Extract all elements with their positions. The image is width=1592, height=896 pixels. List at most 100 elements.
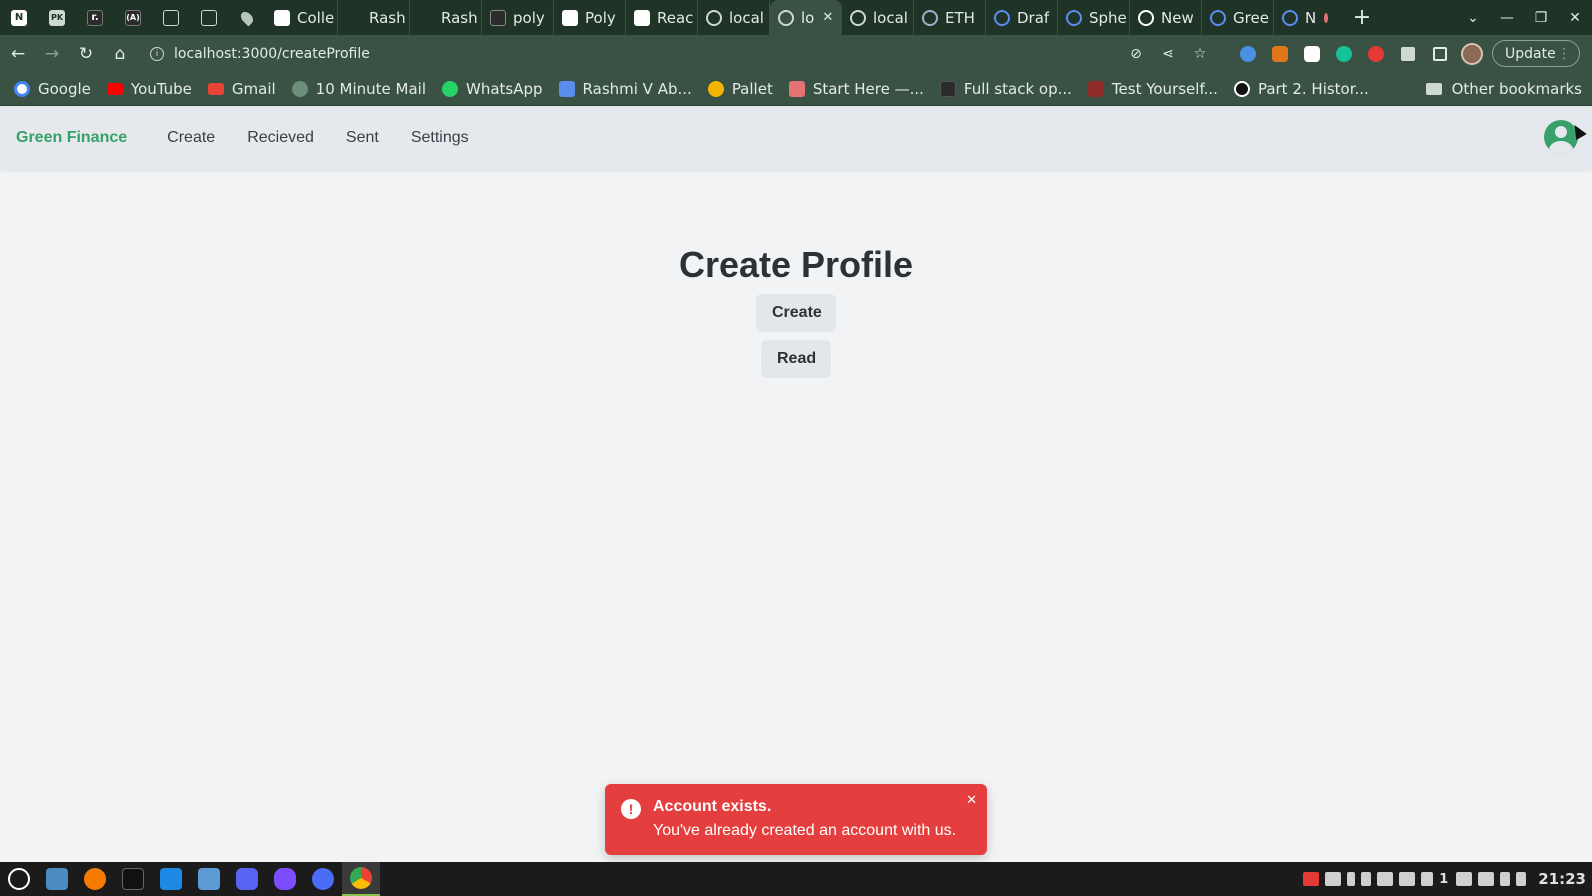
taskbar-firefox[interactable] [76,862,114,896]
taskbar-obsidian[interactable] [266,862,304,896]
tab-label: New [1161,8,1194,27]
home-button[interactable]: ⌂ [104,38,136,70]
eye-off-icon[interactable]: ⊘ [1120,46,1152,62]
tab[interactable]: Poly [554,0,626,35]
other-bookmarks[interactable]: Other bookmarks [1425,72,1582,106]
taskbar-chrome[interactable] [342,862,380,896]
brand-logo[interactable]: Green Finance [16,129,127,147]
tab[interactable]: Rash [338,0,410,35]
site-info-icon[interactable]: i [150,46,164,61]
pinned-tab-doc[interactable] [190,0,228,35]
extensions-puzzle-icon[interactable] [1392,35,1424,72]
discord-tray-icon[interactable] [1325,872,1342,886]
tab[interactable]: New [1130,0,1202,35]
bookmark-10-minute-mail[interactable]: 10 Minute Mail [291,80,426,98]
taskbar-vscode[interactable] [152,862,190,896]
bookmark-pallet[interactable]: Pallet [707,80,773,98]
music-icon[interactable] [1500,872,1511,886]
notes-icon[interactable] [1399,872,1416,886]
reload-button[interactable]: ↻ [70,38,102,70]
create-button[interactable]: Create [756,294,836,332]
taskbar-chat[interactable] [304,862,342,896]
bookmark-full-stack[interactable]: Full stack op... [939,80,1072,98]
tab[interactable]: Sphe [1058,0,1130,35]
metamask-icon[interactable] [1264,35,1296,72]
nav-settings[interactable]: Settings [411,129,469,147]
clipboard-icon[interactable] [1361,872,1372,886]
taskbar-terminal[interactable] [114,862,152,896]
pinned-tab-notion[interactable]: N [0,0,38,35]
tab-search-icon[interactable]: ⌄ [1456,10,1490,26]
taskbar-discord[interactable] [228,862,266,896]
taskbar-files[interactable] [38,862,76,896]
pinned-tab-drop[interactable] [228,0,266,35]
bookmarks-bar: Google YouTube Gmail 10 Minute Mail What… [0,72,1592,106]
maximize-icon[interactable]: ❐ [1524,10,1558,26]
tab[interactable]: Draf [986,0,1058,35]
extension-blue-icon[interactable] [1232,35,1264,72]
bookmark-youtube[interactable]: YouTube [106,80,192,98]
close-window-icon[interactable]: ✕ [1558,10,1592,26]
bookmark-rashmi[interactable]: Rashmi V Ab... [558,80,692,98]
bluetooth-icon[interactable] [1347,872,1356,886]
minimize-icon[interactable]: — [1490,10,1524,26]
battery-icon[interactable] [1516,872,1527,886]
read-button[interactable]: Read [761,340,831,378]
side-panel-icon[interactable] [1424,35,1456,72]
tab[interactable]: Reac [626,0,698,35]
tab-list: Colle Rash Rash poly Poly Reac local lo ✕… [266,0,1336,35]
tab[interactable]: ETH [914,0,986,35]
shield-icon[interactable] [1377,872,1394,886]
tab[interactable]: local [698,0,770,35]
tab[interactable]: local [842,0,914,35]
profile-avatar[interactable] [1456,35,1488,72]
grammarly-icon[interactable] [1328,35,1360,72]
close-tab-icon[interactable]: ✕ [822,10,833,25]
toast-close-icon[interactable]: ✕ [966,792,977,808]
pinned-tab-pk[interactable]: PK [38,0,76,35]
update-icon[interactable] [1421,872,1434,886]
nav-recieved[interactable]: Recieved [247,129,314,147]
update-button[interactable]: Update ⋮ [1492,40,1580,67]
nav-create[interactable]: Create [167,129,215,147]
notion-extension-icon[interactable] [1296,35,1328,72]
forward-button[interactable]: → [36,38,68,70]
address-bar[interactable]: i localhost:3000/createProfile ⊘ ⋖ ☆ [144,40,1216,67]
pinned-tab-a[interactable]: (A) [114,0,152,35]
clock[interactable]: 21:23 [1538,870,1586,888]
anydesk-icon[interactable] [1303,872,1320,886]
back-button[interactable]: ← [2,38,34,70]
bookmark-star-icon[interactable]: ☆ [1184,46,1216,62]
nav-sent[interactable]: Sent [346,129,379,147]
printer-icon[interactable] [1456,872,1473,886]
youtube-icon [106,82,123,95]
share-icon[interactable]: ⋖ [1152,46,1184,62]
tab[interactable]: Colle [266,0,338,35]
bookmark-test-yourself[interactable]: Test Yourself... [1087,80,1218,98]
address-url[interactable]: localhost:3000/createProfile [174,46,370,62]
tab-label: Draf [1017,8,1050,27]
kebab-menu-icon[interactable]: ⋮ [1557,46,1571,62]
error-toast: ! Account exists. You've already created… [605,784,987,855]
pinned-tab-blank[interactable] [152,0,190,35]
taskbar-folder[interactable] [190,862,228,896]
tab[interactable]: N [1274,0,1336,35]
wifi-icon[interactable] [1478,872,1495,886]
tab-label: Poly [585,8,616,27]
folder-icon [1425,83,1442,95]
red-extension-icon[interactable] [1360,35,1392,72]
bookmark-gmail[interactable]: Gmail [207,80,276,98]
tab[interactable]: poly [482,0,554,35]
tab-active[interactable]: lo ✕ [770,0,842,35]
bookmark-part-2[interactable]: Part 2. Histor... [1233,80,1369,98]
start-menu-button[interactable] [0,862,38,896]
notion-icon: N [11,9,27,26]
new-tab-button[interactable]: + [1350,5,1374,30]
bookmark-start-here[interactable]: Start Here —... [788,80,924,98]
bookmark-google[interactable]: Google [14,80,91,98]
pinned-tab-r[interactable]: r. [76,0,114,35]
bookmark-whatsapp[interactable]: WhatsApp [442,80,543,98]
tab[interactable]: Rash [410,0,482,35]
tab-label: poly [513,8,545,27]
tab[interactable]: Gree [1202,0,1274,35]
